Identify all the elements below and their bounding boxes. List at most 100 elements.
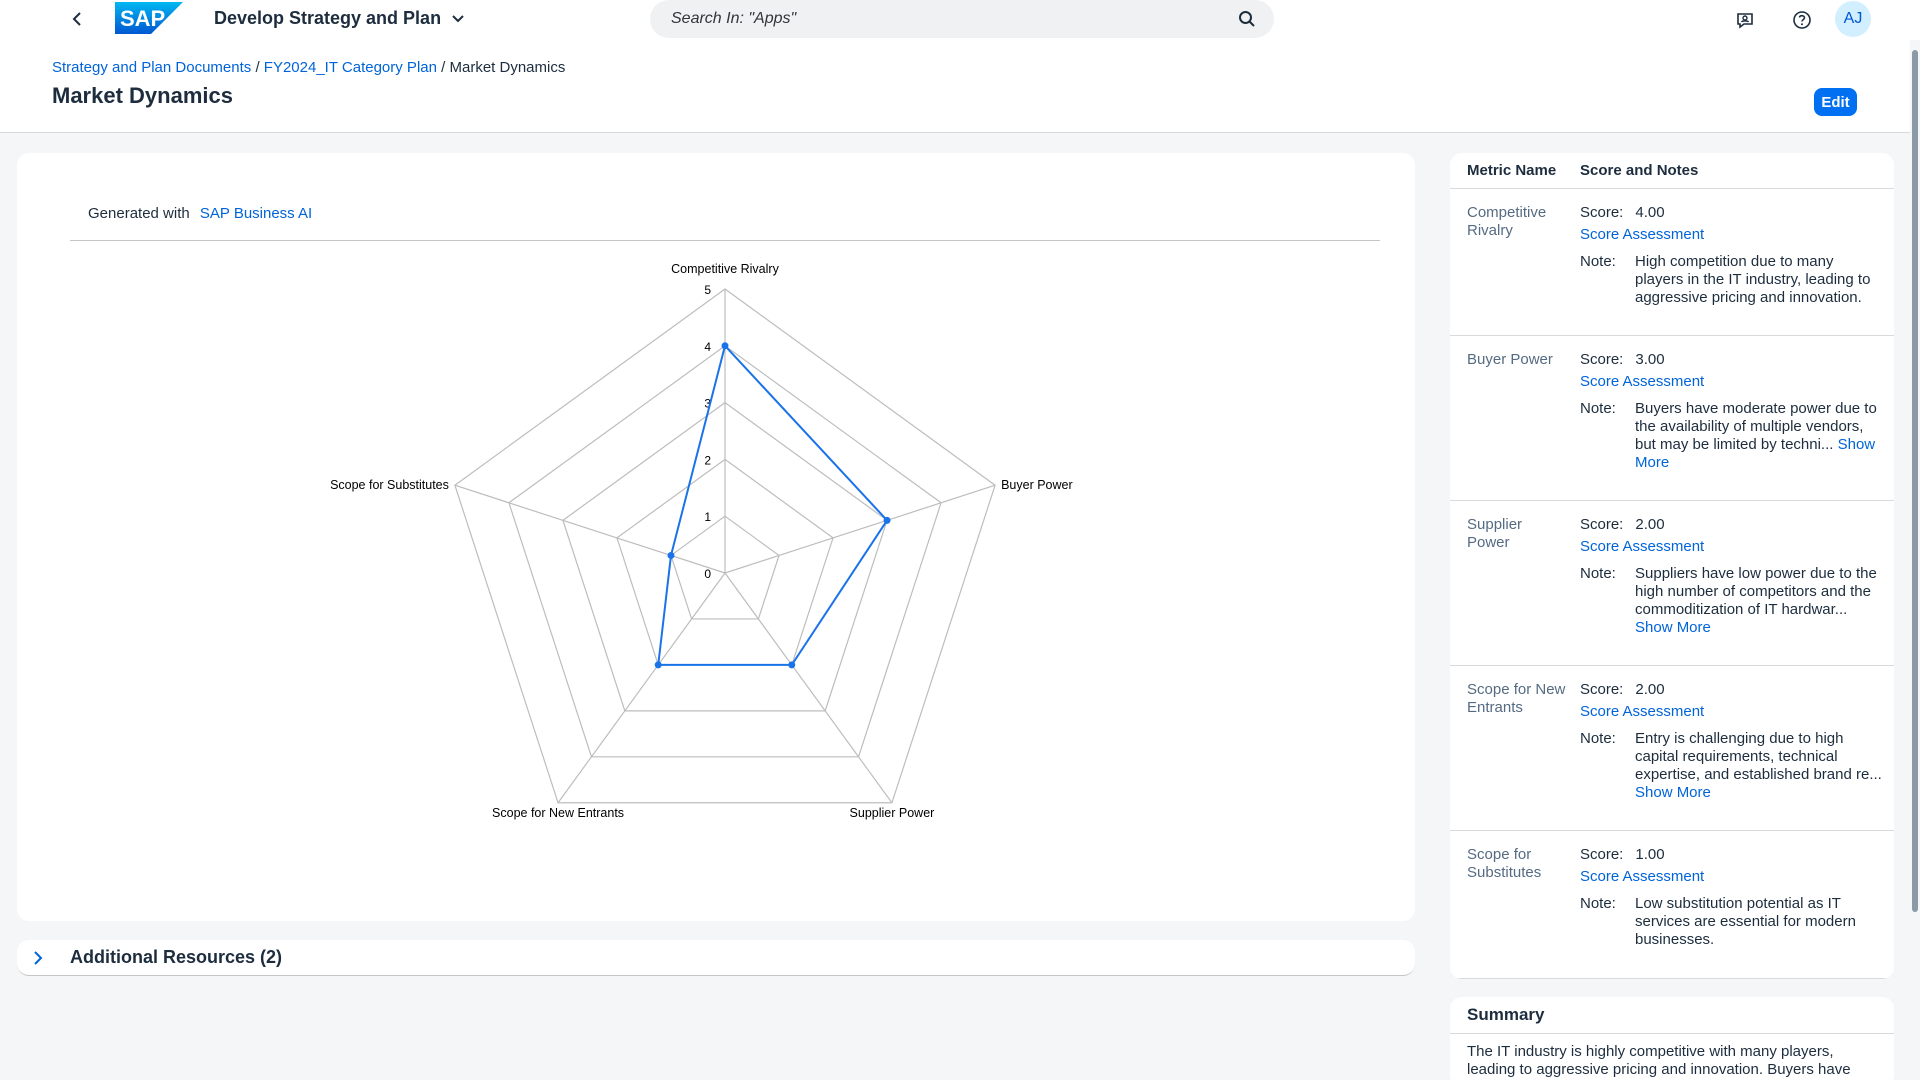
score-label: Score: <box>1580 846 1624 863</box>
metric-row: Buyer Power Score: 3.00 Score Assessment Not… <box>1450 336 1894 501</box>
score-value: 1.00 <box>1635 846 1665 863</box>
page-scrollbar[interactable] <box>1912 50 1918 912</box>
radar-tick-label: 5 <box>704 283 711 297</box>
app-title: Develop Strategy and Plan <box>214 8 442 28</box>
metric-name: Scope for Substitutes <box>1467 846 1542 881</box>
note-label: Note: <box>1580 565 1616 582</box>
summary-title: Summary <box>1467 1005 1545 1024</box>
radar-data-point <box>788 661 796 669</box>
metric-note: Entry is challenging due to high capital… <box>1635 730 1885 802</box>
radar-data-point <box>667 551 675 559</box>
help-icon[interactable] <box>1790 8 1814 32</box>
radar-tick-label: 2 <box>704 453 711 467</box>
chevron-right-icon[interactable] <box>32 950 44 966</box>
page-header: Strategy and Plan Documents / FY2024_IT … <box>0 40 1910 133</box>
radar-data-point <box>721 342 729 350</box>
score-assessment-link[interactable]: Score Assessment <box>1580 538 1704 556</box>
metric-name: Supplier Power <box>1467 516 1523 551</box>
shell-bar: SAP Develop Strategy and Plan AJ <box>0 0 1920 40</box>
radar-spoke <box>454 484 726 574</box>
chart-card: Generated with SAP Business AI 0 1 2 3 4 5 Com… <box>17 153 1415 921</box>
note-label: Note: <box>1580 400 1616 417</box>
radar-data-point <box>654 661 662 669</box>
radar-axis-label: Competitive Rivalry <box>671 262 779 276</box>
metrics-table: Metric Name Score and Notes Competitive … <box>1450 153 1894 979</box>
sap-logo[interactable]: SAP <box>115 2 183 34</box>
note-label: Note: <box>1580 730 1616 747</box>
radar-chart: 012345Competitive RivalryBuyer PowerSupp… <box>330 262 1073 820</box>
note-text: High competition due to many players in … <box>1635 253 1871 306</box>
radar-axis-label: Buyer Power <box>1001 478 1073 492</box>
metric-row: Competitive Rivalry Score: 4.00 Score Asses… <box>1450 189 1894 336</box>
score-assessment-link[interactable]: Score Assessment <box>1580 703 1704 721</box>
score-label: Score: <box>1580 516 1624 533</box>
note-text: Suppliers have low power due to the high… <box>1635 565 1877 618</box>
edit-button[interactable]: Edit <box>1814 88 1857 116</box>
radar-axis-label: Scope for Substitutes <box>330 478 449 492</box>
score-value: 3.00 <box>1635 351 1665 368</box>
breadcrumb: Strategy and Plan Documents / FY2024_IT … <box>52 59 565 76</box>
summary-divider <box>1450 1033 1894 1034</box>
page-title: Market Dynamics <box>52 83 233 108</box>
back-button[interactable] <box>66 6 88 32</box>
radar-spoke <box>557 572 726 804</box>
radar-axis-label: Supplier Power <box>850 806 935 820</box>
metric-score: Score: 3.00 <box>1580 351 1665 369</box>
chevron-left-icon <box>72 12 81 26</box>
metric-row: Scope for Substitutes Score: 1.00 Score Ass… <box>1450 831 1894 979</box>
note-text: Low substitution potential as IT service… <box>1635 895 1856 948</box>
show-more-link[interactable]: Show More <box>1635 784 1711 801</box>
metric-score: Score: 4.00 <box>1580 204 1665 222</box>
radar-tick-label: 0 <box>704 567 711 581</box>
note-label: Note: <box>1580 895 1616 912</box>
metric-name: Buyer Power <box>1467 351 1553 368</box>
search-icon[interactable] <box>1238 10 1256 28</box>
score-value: 4.00 <box>1635 204 1665 221</box>
user-avatar[interactable]: AJ <box>1835 1 1871 37</box>
score-assessment-link[interactable]: Score Assessment <box>1580 226 1704 244</box>
radar-tick-label: 1 <box>704 510 711 524</box>
additional-resources-panel[interactable]: Additional Resources (2) <box>17 940 1415 976</box>
metric-name: Competitive Rivalry <box>1467 204 1547 239</box>
breadcrumb-link-category-plan[interactable]: FY2024_IT Category Plan <box>264 59 437 76</box>
metric-score: Score: 2.00 <box>1580 516 1665 534</box>
metric-note: High competition due to many players in … <box>1635 253 1885 307</box>
radar-tick-label: 4 <box>704 340 711 354</box>
chevron-down-icon <box>452 14 464 22</box>
metric-score: Score: 1.00 <box>1580 846 1665 864</box>
score-value: 2.00 <box>1635 516 1665 533</box>
metric-note: Suppliers have low power due to the high… <box>1635 565 1885 637</box>
column-metric-name: Metric Name <box>1467 162 1557 179</box>
metric-name: Scope for New Entrants <box>1467 681 1566 716</box>
metric-row: Supplier Power Score: 2.00 Score Assessment… <box>1450 501 1894 666</box>
summary-text: The IT industry is highly competitive wi… <box>1467 1043 1851 1078</box>
score-value: 2.00 <box>1635 681 1665 698</box>
search-input[interactable] <box>671 10 1238 28</box>
column-score-notes: Score and Notes <box>1580 162 1699 179</box>
breadcrumb-current: Market Dynamics <box>449 59 566 76</box>
summary-panel: Summary The IT industry is highly compet… <box>1450 997 1894 1080</box>
metric-note: Buyers have moderate power due to the av… <box>1635 400 1885 472</box>
joule-chat-icon[interactable] <box>1733 8 1757 32</box>
breadcrumb-separator: / <box>441 59 446 76</box>
score-label: Score: <box>1580 204 1624 221</box>
score-label: Score: <box>1580 351 1624 368</box>
metric-row: Scope for New Entrants Score: 2.00 Score As… <box>1450 666 1894 831</box>
app-title-menu[interactable]: Develop Strategy and Plan <box>214 8 465 29</box>
svg-text:SAP: SAP <box>120 6 165 31</box>
breadcrumb-link-documents[interactable]: Strategy and Plan Documents <box>52 59 251 76</box>
breadcrumb-separator: / <box>255 59 260 76</box>
metrics-table-header: Metric Name Score and Notes <box>1450 153 1894 189</box>
show-more-link[interactable]: Show More <box>1635 619 1711 636</box>
metric-note: Low substitution potential as IT service… <box>1635 895 1885 949</box>
score-assessment-link[interactable]: Score Assessment <box>1580 373 1704 391</box>
score-label: Score: <box>1580 681 1624 698</box>
note-label: Note: <box>1580 253 1616 270</box>
additional-resources-title: Additional Resources (2) <box>70 947 283 967</box>
radar-spoke <box>724 572 893 804</box>
note-text: Entry is challenging due to high capital… <box>1635 730 1882 783</box>
score-assessment-link[interactable]: Score Assessment <box>1580 868 1704 886</box>
radar-axis-label: Scope for New Entrants <box>492 806 624 820</box>
radar-data-point <box>883 516 891 524</box>
search-field[interactable] <box>650 0 1274 38</box>
